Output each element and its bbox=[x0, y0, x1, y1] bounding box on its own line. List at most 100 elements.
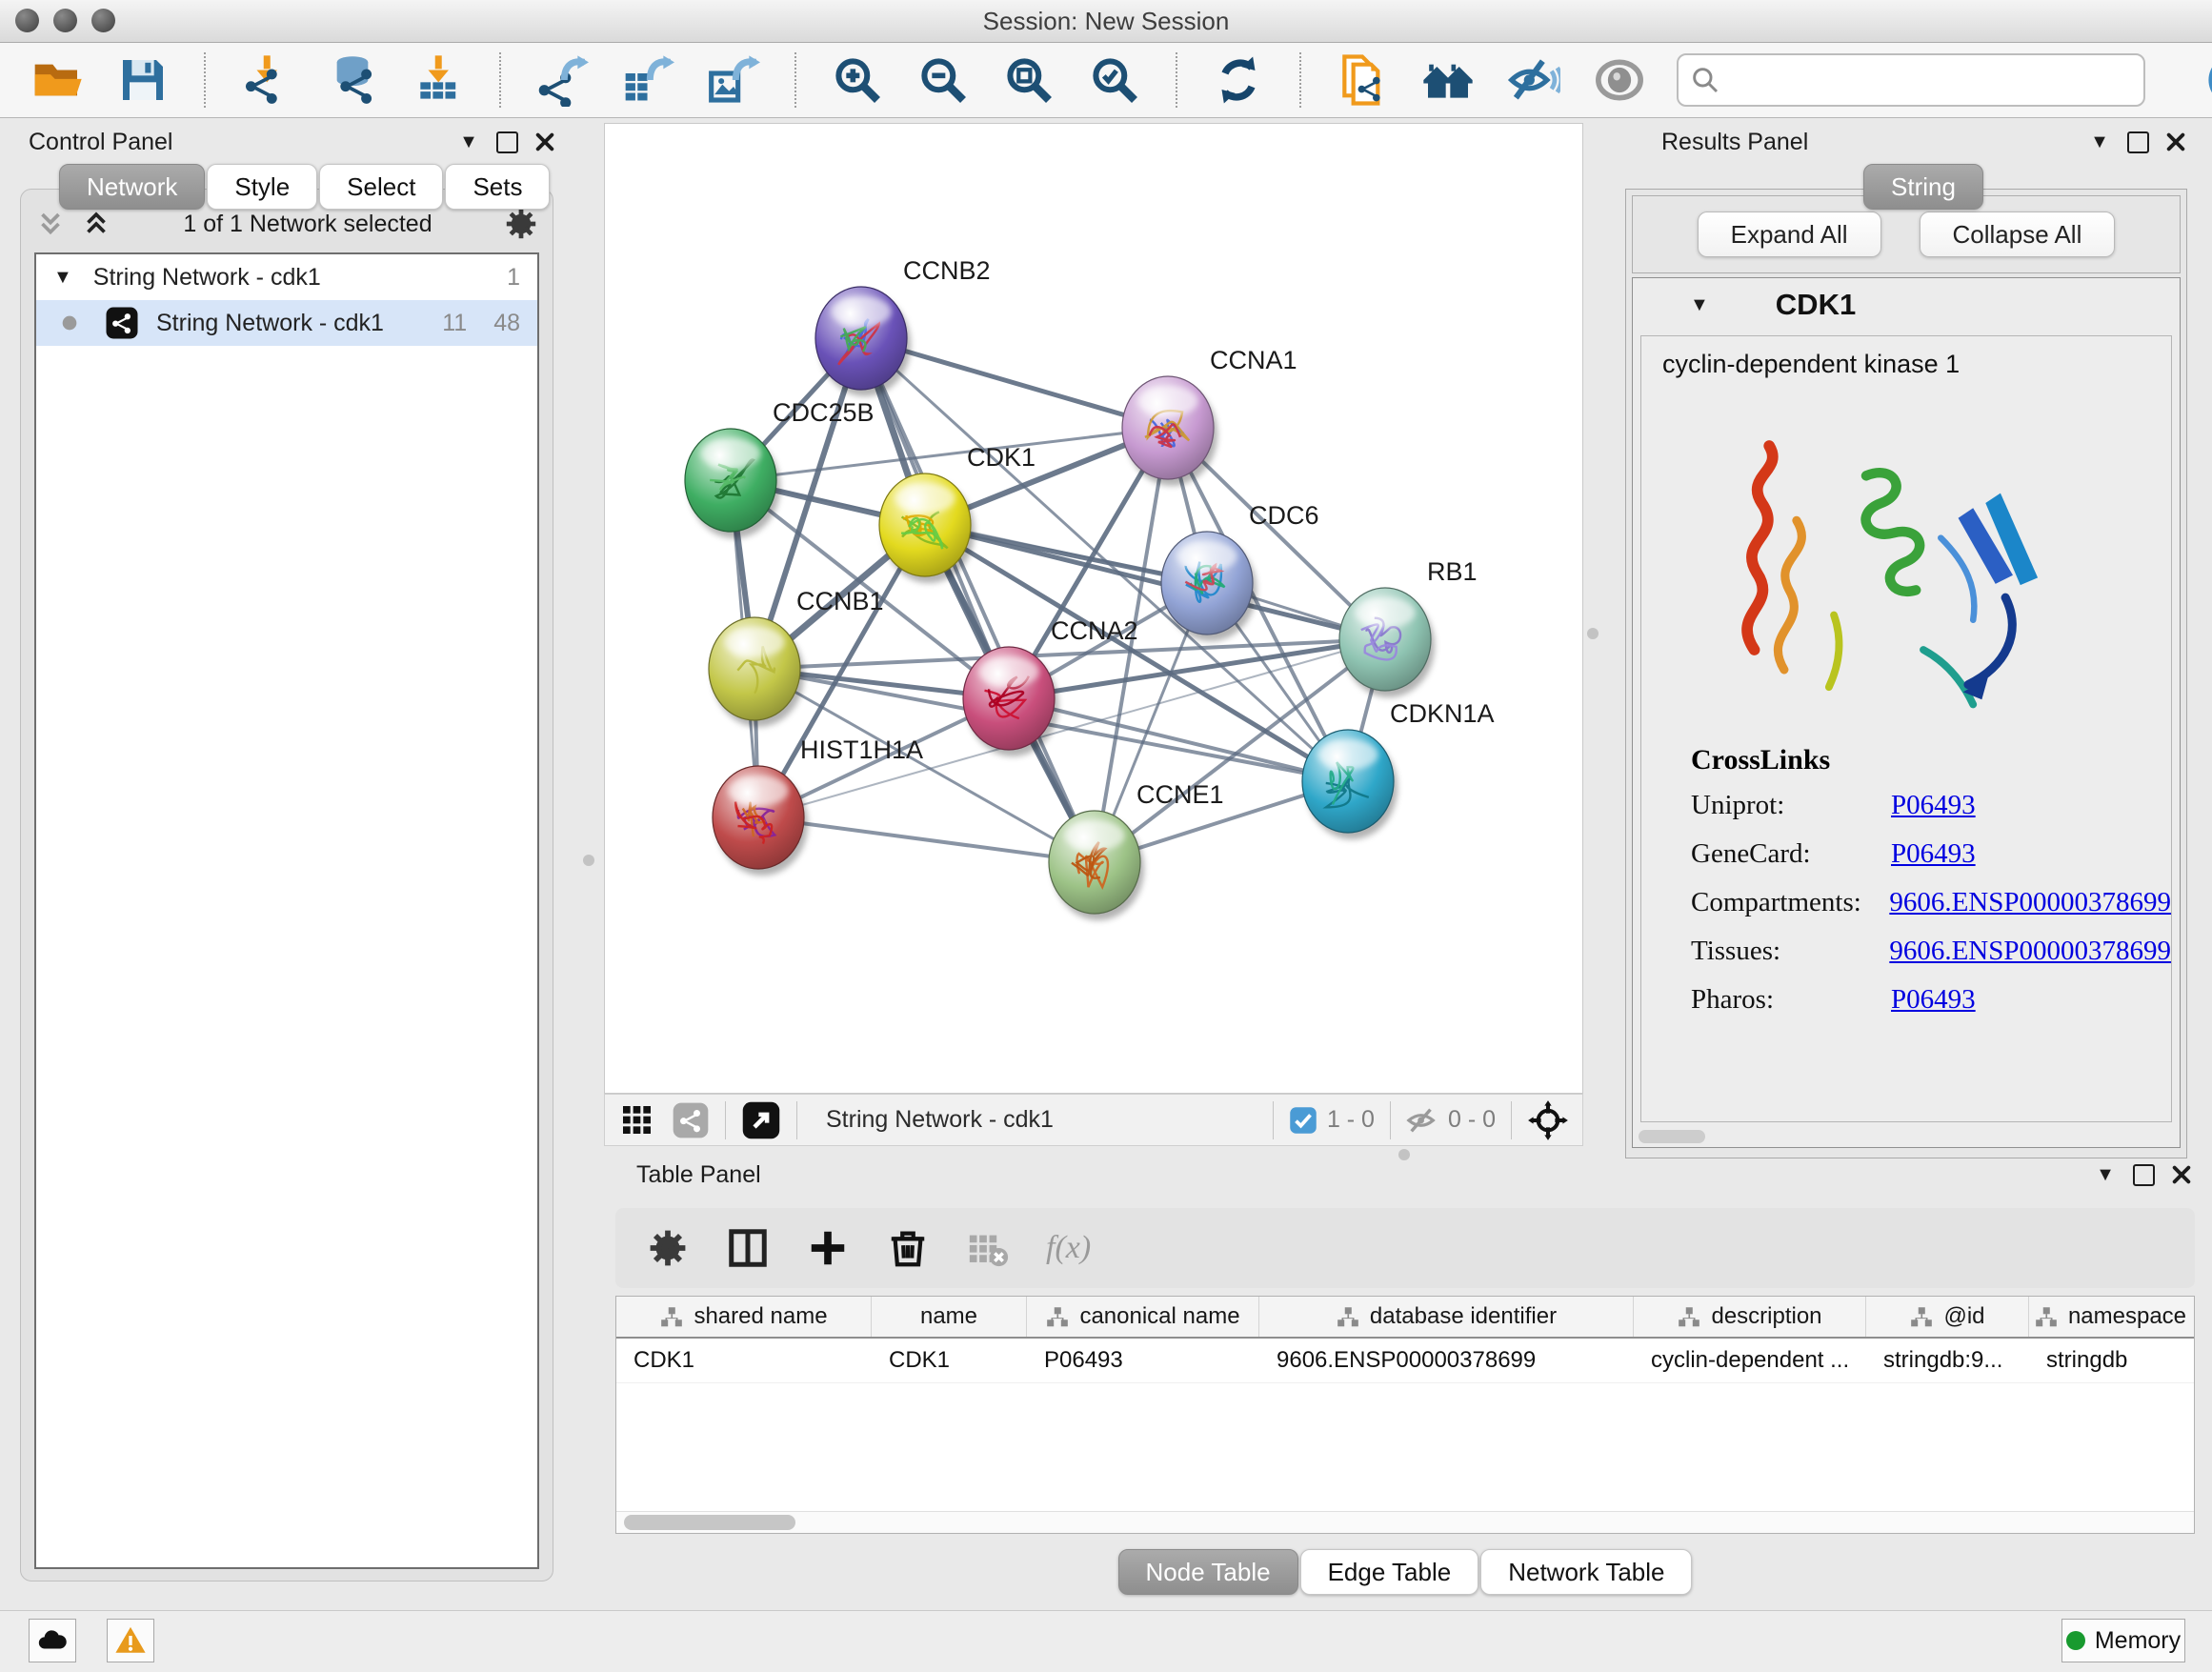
collapse-all-networks-icon[interactable] bbox=[34, 208, 67, 240]
network-node-CDKN1A[interactable]: CDKN1A bbox=[1302, 699, 1495, 839]
crosslink-tissues[interactable]: 9606.ENSP00000378699 bbox=[1889, 936, 2171, 967]
tab-node-table[interactable]: Node Table bbox=[1118, 1549, 1298, 1595]
close-panel-icon[interactable] bbox=[2162, 1159, 2201, 1190]
warning-icon bbox=[114, 1624, 147, 1657]
tab-network-table[interactable]: Network Table bbox=[1480, 1549, 1692, 1595]
network-collection-row[interactable]: ▼ String Network - cdk1 1 bbox=[36, 254, 537, 300]
network-label: String Network - cdk1 bbox=[156, 310, 384, 337]
import-network-database-icon[interactable] bbox=[324, 51, 381, 109]
home-icon[interactable] bbox=[1419, 51, 1477, 109]
open-session-icon[interactable] bbox=[29, 51, 86, 109]
right-splitter-handle[interactable] bbox=[1587, 628, 1599, 639]
zoom-fit-icon[interactable] bbox=[1000, 51, 1057, 109]
memory-button[interactable]: Memory bbox=[2061, 1619, 2185, 1662]
crosslink-genecard[interactable]: P06493 bbox=[1891, 838, 1976, 870]
table-row[interactable]: CDK1 CDK1 P06493 9606.ENSP00000378699 cy… bbox=[616, 1339, 2194, 1383]
column-header[interactable]: name bbox=[872, 1297, 1027, 1337]
network-options-gear-icon[interactable] bbox=[503, 206, 539, 242]
results-scrollbar-thumb[interactable] bbox=[1639, 1130, 1705, 1143]
network-node-CCNE1[interactable]: CCNE1 bbox=[1049, 780, 1224, 920]
close-panel-icon[interactable] bbox=[2157, 127, 2195, 157]
scrollbar-thumb[interactable] bbox=[624, 1515, 795, 1530]
zoom-out-icon[interactable] bbox=[915, 51, 972, 109]
panel-menu-icon[interactable]: ▼ bbox=[450, 127, 488, 157]
network-node-HIST1H1A[interactable]: HIST1H1A bbox=[713, 735, 923, 876]
show-columns-icon[interactable] bbox=[726, 1226, 770, 1270]
hide-selected-icon[interactable] bbox=[1505, 51, 1562, 109]
table-horizontal-scrollbar[interactable] bbox=[616, 1511, 2194, 1533]
search-input[interactable] bbox=[1677, 53, 2145, 107]
crosslink-uniprot[interactable]: P06493 bbox=[1891, 790, 1976, 821]
help-icon[interactable]: ? bbox=[2206, 52, 2212, 108]
table-options-gear-icon[interactable] bbox=[646, 1226, 690, 1270]
column-header[interactable]: database identifier bbox=[1259, 1297, 1634, 1337]
export-image-icon[interactable] bbox=[705, 51, 762, 109]
toolbar-separator bbox=[1299, 52, 1301, 108]
tree-expand-icon[interactable]: ▼ bbox=[53, 267, 72, 289]
column-header[interactable]: @id bbox=[1866, 1297, 2029, 1337]
node-label: RB1 bbox=[1427, 557, 1478, 586]
network-canvas[interactable]: CCNB2CCNA1CDC25BCDK1CDC6RB1CCNB1CCNA2CDK… bbox=[604, 123, 1583, 1094]
float-panel-icon[interactable] bbox=[488, 127, 526, 157]
results-panel-title: Results Panel bbox=[1661, 129, 1808, 156]
column-header[interactable]: canonical name bbox=[1027, 1297, 1259, 1337]
float-panel-icon[interactable] bbox=[2124, 1159, 2162, 1190]
grid-view-icon[interactable] bbox=[618, 1101, 656, 1139]
selected-checkbox-icon[interactable] bbox=[1289, 1106, 1317, 1135]
cloud-status-button[interactable] bbox=[29, 1619, 76, 1662]
network-node-RB1[interactable]: RB1 bbox=[1339, 557, 1478, 697]
toolbar-separator bbox=[1176, 52, 1177, 108]
crosslink-compartments[interactable]: 9606.ENSP00000378699 bbox=[1889, 887, 2171, 918]
close-panel-icon[interactable] bbox=[526, 127, 564, 157]
collection-count: 1 bbox=[507, 264, 520, 292]
column-header[interactable]: namespace bbox=[2029, 1297, 2191, 1337]
collapse-all-button[interactable]: Collapse All bbox=[1920, 212, 2116, 257]
expand-all-networks-icon[interactable] bbox=[80, 208, 112, 240]
panel-menu-icon[interactable]: ▼ bbox=[2081, 127, 2119, 157]
network-row-selected[interactable]: String Network - cdk1 11 48 bbox=[36, 300, 537, 346]
network-node-CCNA1[interactable]: CCNA1 bbox=[1122, 346, 1297, 486]
node-label: HIST1H1A bbox=[800, 735, 923, 764]
expand-all-button[interactable]: Expand All bbox=[1698, 212, 1881, 257]
network-node-CDC6[interactable]: CDC6 bbox=[1161, 501, 1319, 641]
column-header[interactable]: shared name bbox=[616, 1297, 872, 1337]
network-view-toolbar: String Network - cdk1 1 - 0 0 - 0 bbox=[604, 1094, 1583, 1146]
column-header[interactable]: description bbox=[1634, 1297, 1866, 1337]
crosslink-pharos[interactable]: P06493 bbox=[1891, 984, 1976, 1016]
birdseye-view-icon[interactable] bbox=[1527, 1099, 1569, 1141]
left-splitter-handle[interactable] bbox=[583, 855, 594, 866]
refresh-icon[interactable] bbox=[1210, 51, 1267, 109]
detach-view-icon[interactable] bbox=[741, 1100, 781, 1140]
network-node-CCNB1[interactable]: CCNB1 bbox=[709, 587, 884, 727]
search-box bbox=[1677, 53, 2145, 107]
import-table-icon[interactable] bbox=[410, 51, 467, 109]
crosslinks-heading: CrossLinks bbox=[1691, 744, 2171, 776]
warnings-button[interactable] bbox=[107, 1619, 154, 1662]
zoom-selected-icon[interactable] bbox=[1086, 51, 1143, 109]
tab-style[interactable]: Style bbox=[207, 164, 317, 210]
save-session-icon[interactable] bbox=[114, 51, 171, 109]
export-network-icon[interactable] bbox=[533, 51, 591, 109]
tab-edge-table[interactable]: Edge Table bbox=[1300, 1549, 1479, 1595]
export-table-icon[interactable] bbox=[619, 51, 676, 109]
tab-sets[interactable]: Sets bbox=[445, 164, 550, 210]
add-column-icon[interactable] bbox=[806, 1226, 850, 1270]
node-table: shared name name canonical name database… bbox=[615, 1296, 2195, 1534]
network-thumbnail-icon[interactable] bbox=[672, 1101, 710, 1139]
control-panel-title: Control Panel bbox=[29, 129, 172, 156]
float-panel-icon[interactable] bbox=[2119, 127, 2157, 157]
collapse-gene-icon[interactable]: ▼ bbox=[1690, 294, 1709, 316]
hidden-eye-icon[interactable] bbox=[1406, 1104, 1438, 1137]
window-title: Session: New Session bbox=[0, 7, 2212, 36]
delete-column-icon[interactable] bbox=[886, 1226, 930, 1270]
tab-select[interactable]: Select bbox=[319, 164, 443, 210]
hidden-counts: 0 - 0 bbox=[1448, 1106, 1496, 1134]
show-all-icon[interactable] bbox=[1591, 51, 1648, 109]
zoom-in-icon[interactable] bbox=[829, 51, 886, 109]
tab-string[interactable]: String bbox=[1863, 164, 1983, 210]
panel-menu-icon[interactable]: ▼ bbox=[2086, 1159, 2124, 1190]
import-network-file-icon[interactable] bbox=[238, 51, 295, 109]
results-panel: Results Panel ▼ String Expand All Collap… bbox=[1618, 122, 2195, 1157]
network-from-file-icon[interactable] bbox=[1334, 51, 1391, 109]
tab-network[interactable]: Network bbox=[59, 164, 205, 210]
